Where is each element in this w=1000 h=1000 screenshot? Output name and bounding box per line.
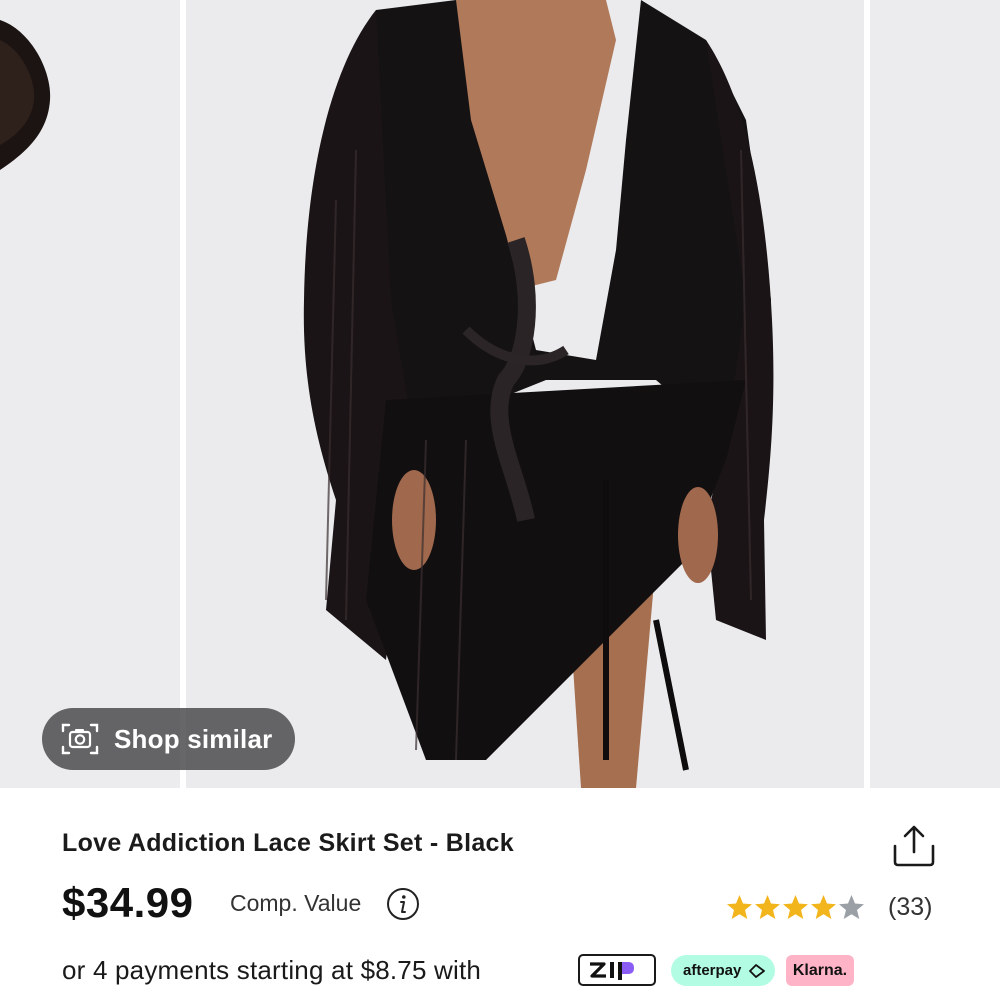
klarna-payment-badge[interactable]: Klarna. [786, 955, 854, 986]
star-icon [839, 895, 864, 919]
share-icon[interactable] [890, 822, 938, 870]
afterpay-arrows-icon [749, 964, 765, 978]
afterpay-payment-badge[interactable]: afterpay [671, 955, 775, 986]
main-product-image[interactable] [186, 0, 864, 788]
zip-logo [590, 962, 634, 980]
info-icon[interactable] [386, 887, 420, 921]
star-icon [811, 895, 836, 919]
camera-icon [61, 723, 99, 755]
previous-image-photo [0, 0, 180, 788]
model-wearing-lace-set-photo [186, 0, 864, 788]
comp-value-label: Comp. Value [230, 890, 362, 916]
product-image-gallery[interactable]: Shop similar [0, 0, 1000, 788]
zip-payment-badge[interactable] [578, 954, 656, 986]
product-price: $34.99 [62, 879, 194, 926]
afterpay-label: afterpay [683, 962, 742, 979]
shop-similar-label: Shop similar [114, 724, 273, 754]
klarna-label: Klarna. [792, 962, 848, 979]
star-icon [755, 895, 780, 919]
product-title: Love Addiction Lace Skirt Set - Black [62, 829, 514, 857]
star-icon [727, 895, 752, 919]
next-product-image[interactable] [870, 0, 1000, 788]
next-image-photo [870, 0, 1000, 788]
previous-product-image[interactable] [0, 0, 180, 788]
review-count[interactable]: (33) [888, 890, 932, 924]
star-rating[interactable] [725, 893, 865, 923]
installment-payments-text: or 4 payments starting at $8.75 with [62, 955, 482, 985]
shop-similar-button[interactable]: Shop similar [42, 708, 295, 770]
star-icon [783, 895, 808, 919]
